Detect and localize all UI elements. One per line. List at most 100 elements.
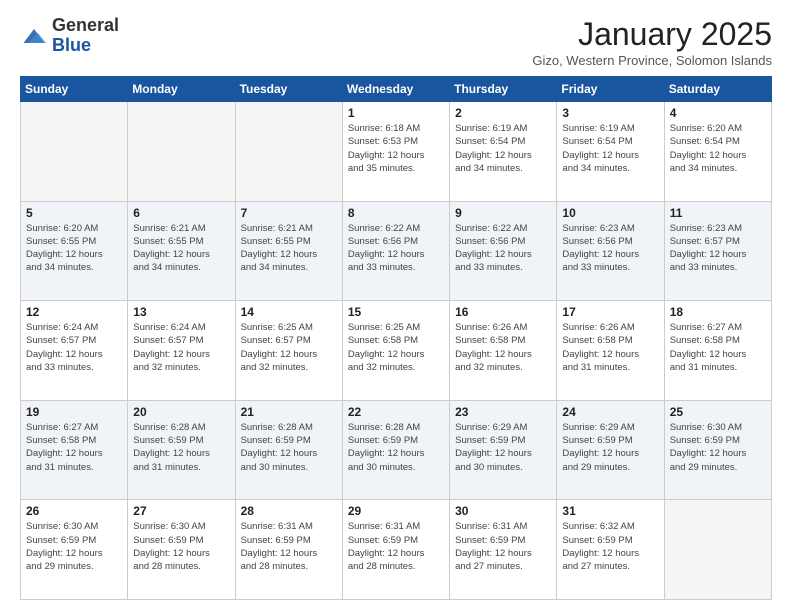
day-info: Sunrise: 6:23 AMSunset: 6:57 PMDaylight:… [670,222,766,275]
day-cell: 14Sunrise: 6:25 AMSunset: 6:57 PMDayligh… [235,301,342,401]
day-number: 29 [348,504,444,518]
day-number: 5 [26,206,122,220]
day-cell: 20 Sunrise: 6:28 AMSunset: 6:59 PMDayligh… [128,400,235,500]
day-cell: 24Sunrise: 6:29 AMSunset: 6:59 PMDayligh… [557,400,664,500]
day-info: Sunrise: 6:26 AMSunset: 6:58 PMDaylight:… [455,321,551,374]
logo-general-text: General [52,16,119,36]
day-number: 2 [455,106,551,120]
day-cell [128,102,235,202]
day-number: 20 [133,405,229,419]
day-number: 25 [670,405,766,419]
day-number: 10 [562,206,658,220]
day-info: Sunrise: 6:26 AMSunset: 6:58 PMDaylight:… [562,321,658,374]
day-info: Sunrise: 6:24 AMSunset: 6:57 PMDaylight:… [26,321,122,374]
day-cell: 11 Sunrise: 6:23 AMSunset: 6:57 PMDayligh… [664,201,771,301]
day-info: Sunrise: 6:30 AMSunset: 6:59 PMDaylight:… [26,520,122,573]
day-info: Sunrise: 6:31 AMSunset: 6:59 PMDaylight:… [241,520,337,573]
day-number: 22 [348,405,444,419]
day-cell: 28 Sunrise: 6:31 AMSunset: 6:59 PMDayligh… [235,500,342,600]
day-cell: 22 Sunrise: 6:28 AMSunset: 6:59 PMDayligh… [342,400,449,500]
day-info: Sunrise: 6:20 AMSunset: 6:54 PMDaylight:… [670,122,766,175]
day-cell: 10 Sunrise: 6:23 AMSunset: 6:56 PMDayligh… [557,201,664,301]
day-info: Sunrise: 6:24 AMSunset: 6:57 PMDaylight:… [133,321,229,374]
day-info: Sunrise: 6:30 AMSunset: 6:59 PMDaylight:… [133,520,229,573]
day-number: 9 [455,206,551,220]
day-number: 16 [455,305,551,319]
week-row-4: 19 Sunrise: 6:27 AMSunset: 6:58 PMDayligh… [21,400,772,500]
day-number: 28 [241,504,337,518]
week-row-1: 1 Sunrise: 6:18 AMSunset: 6:53 PMDaylight… [21,102,772,202]
day-info: Sunrise: 6:22 AMSunset: 6:56 PMDaylight:… [455,222,551,275]
day-cell: 16 Sunrise: 6:26 AMSunset: 6:58 PMDayligh… [450,301,557,401]
day-number: 1 [348,106,444,120]
day-cell: 23Sunrise: 6:29 AMSunset: 6:59 PMDayligh… [450,400,557,500]
day-cell: 19 Sunrise: 6:27 AMSunset: 6:58 PMDayligh… [21,400,128,500]
logo: General Blue [20,16,119,56]
day-cell: 12Sunrise: 6:24 AMSunset: 6:57 PMDayligh… [21,301,128,401]
day-cell: 4Sunrise: 6:20 AMSunset: 6:54 PMDaylight… [664,102,771,202]
day-cell: 29 Sunrise: 6:31 AMSunset: 6:59 PMDayligh… [342,500,449,600]
day-info: Sunrise: 6:18 AMSunset: 6:53 PMDaylight:… [348,122,444,175]
day-info: Sunrise: 6:28 AMSunset: 6:59 PMDaylight:… [241,421,337,474]
title-block: January 2025 Gizo, Western Province, Sol… [532,16,772,68]
day-number: 31 [562,504,658,518]
day-cell: 1 Sunrise: 6:18 AMSunset: 6:53 PMDaylight… [342,102,449,202]
day-info: Sunrise: 6:30 AMSunset: 6:59 PMDaylight:… [670,421,766,474]
day-cell: 15 Sunrise: 6:25 AMSunset: 6:58 PMDayligh… [342,301,449,401]
location-subtitle: Gizo, Western Province, Solomon Islands [532,53,772,68]
day-info: Sunrise: 6:23 AMSunset: 6:56 PMDaylight:… [562,222,658,275]
day-cell [21,102,128,202]
day-info: Sunrise: 6:28 AMSunset: 6:59 PMDaylight:… [348,421,444,474]
day-info: Sunrise: 6:19 AMSunset: 6:54 PMDaylight:… [455,122,551,175]
day-info: Sunrise: 6:31 AMSunset: 6:59 PMDaylight:… [348,520,444,573]
day-info: Sunrise: 6:28 AMSunset: 6:59 PMDaylight:… [133,421,229,474]
day-cell: 3Sunrise: 6:19 AMSunset: 6:54 PMDaylight… [557,102,664,202]
day-number: 19 [26,405,122,419]
day-cell: 13 Sunrise: 6:24 AMSunset: 6:57 PMDayligh… [128,301,235,401]
day-number: 6 [133,206,229,220]
day-cell: 7Sunrise: 6:21 AMSunset: 6:55 PMDaylight… [235,201,342,301]
week-row-3: 12Sunrise: 6:24 AMSunset: 6:57 PMDayligh… [21,301,772,401]
day-cell: 30Sunrise: 6:31 AMSunset: 6:59 PMDayligh… [450,500,557,600]
day-info: Sunrise: 6:21 AMSunset: 6:55 PMDaylight:… [241,222,337,275]
day-number: 14 [241,305,337,319]
day-info: Sunrise: 6:21 AMSunset: 6:55 PMDaylight:… [133,222,229,275]
day-info: Sunrise: 6:27 AMSunset: 6:58 PMDaylight:… [670,321,766,374]
col-header-monday: Monday [128,77,235,102]
day-cell: 5 Sunrise: 6:20 AMSunset: 6:55 PMDaylight… [21,201,128,301]
page: General Blue January 2025 Gizo, Western … [0,0,792,612]
day-info: Sunrise: 6:20 AMSunset: 6:55 PMDaylight:… [26,222,122,275]
day-number: 15 [348,305,444,319]
day-cell [664,500,771,600]
month-title: January 2025 [532,16,772,53]
col-header-wednesday: Wednesday [342,77,449,102]
col-header-tuesday: Tuesday [235,77,342,102]
day-number: 26 [26,504,122,518]
day-cell: 21 Sunrise: 6:28 AMSunset: 6:59 PMDayligh… [235,400,342,500]
day-cell: 2 Sunrise: 6:19 AMSunset: 6:54 PMDaylight… [450,102,557,202]
day-cell: 31Sunrise: 6:32 AMSunset: 6:59 PMDayligh… [557,500,664,600]
week-row-2: 5 Sunrise: 6:20 AMSunset: 6:55 PMDaylight… [21,201,772,301]
day-number: 21 [241,405,337,419]
logo-text: General Blue [52,16,119,56]
day-number: 3 [562,106,658,120]
day-info: Sunrise: 6:29 AMSunset: 6:59 PMDaylight:… [562,421,658,474]
day-cell: 17 Sunrise: 6:26 AMSunset: 6:58 PMDayligh… [557,301,664,401]
day-cell: 26 Sunrise: 6:30 AMSunset: 6:59 PMDayligh… [21,500,128,600]
calendar-table: SundayMondayTuesdayWednesdayThursdayFrid… [20,76,772,600]
day-info: Sunrise: 6:25 AMSunset: 6:58 PMDaylight:… [348,321,444,374]
day-info: Sunrise: 6:22 AMSunset: 6:56 PMDaylight:… [348,222,444,275]
day-info: Sunrise: 6:29 AMSunset: 6:59 PMDaylight:… [455,421,551,474]
week-row-5: 26 Sunrise: 6:30 AMSunset: 6:59 PMDayligh… [21,500,772,600]
day-cell [235,102,342,202]
day-number: 13 [133,305,229,319]
day-number: 17 [562,305,658,319]
day-cell: 25 Sunrise: 6:30 AMSunset: 6:59 PMDayligh… [664,400,771,500]
day-number: 27 [133,504,229,518]
col-header-thursday: Thursday [450,77,557,102]
day-info: Sunrise: 6:27 AMSunset: 6:58 PMDaylight:… [26,421,122,474]
day-number: 11 [670,206,766,220]
day-cell: 27 Sunrise: 6:30 AMSunset: 6:59 PMDayligh… [128,500,235,600]
logo-icon [20,22,48,50]
day-header-row: SundayMondayTuesdayWednesdayThursdayFrid… [21,77,772,102]
